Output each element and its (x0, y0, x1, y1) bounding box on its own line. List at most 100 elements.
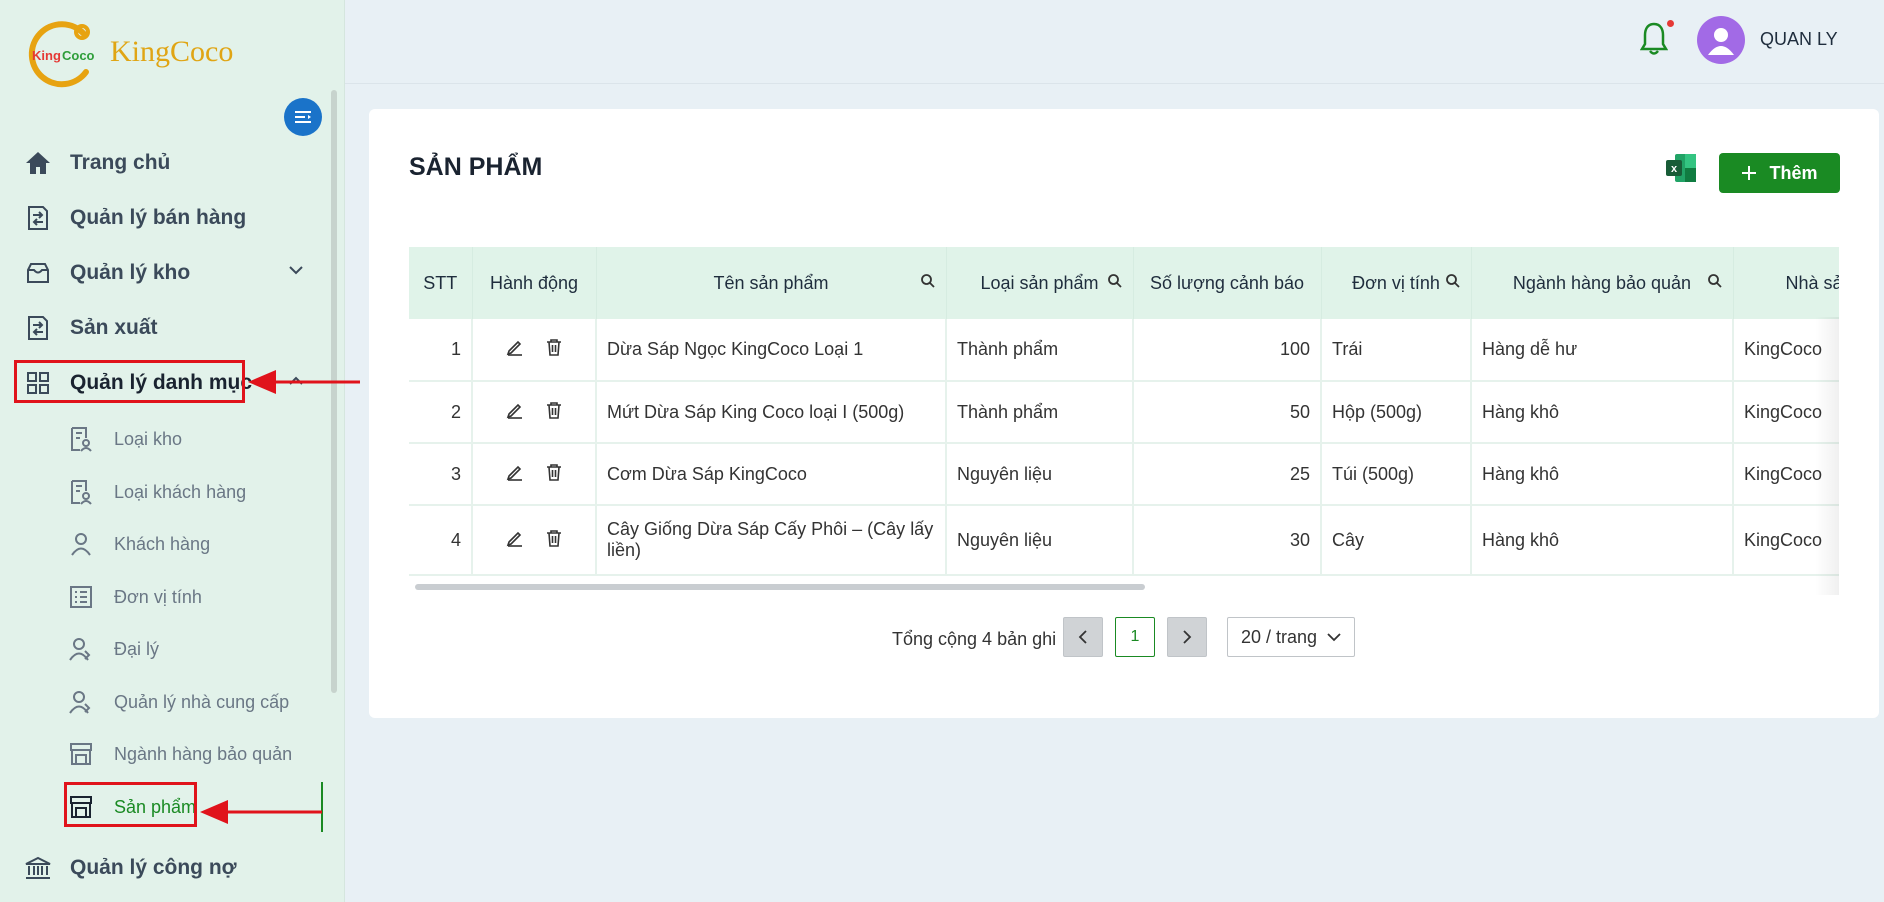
cell-product-name: Cây Giống Dừa Sáp Cấy Phôi – (Cây lấy li… (596, 505, 947, 576)
add-button-label: Thêm (1769, 162, 1818, 183)
sidebar-item-label: Quản lý kho (70, 261, 191, 284)
page-size-label: 20 / trang (1240, 626, 1318, 647)
column-header-label: Loại sản phẩm (980, 272, 1099, 293)
cell-product-name: Mứt Dừa Sáp King Coco loại I (500g) (596, 381, 947, 444)
column-header-actions: Hành động (472, 247, 597, 319)
sidebar-item-home[interactable]: Trang chủ (24, 143, 170, 183)
cell-stt: 4 (409, 505, 473, 576)
column-header-product-name: Tên sản phẩm (596, 247, 947, 319)
cell-storage-category: Hàng khô (1471, 443, 1734, 506)
edit-icon[interactable] (506, 463, 524, 481)
next-page-button[interactable] (1167, 617, 1207, 657)
edit-icon[interactable] (506, 338, 524, 356)
annotation-arrow-product (200, 800, 322, 824)
delete-icon[interactable] (546, 529, 562, 547)
chevron-down-icon[interactable] (288, 265, 304, 275)
cell-product-type: Thành phẩm (946, 381, 1134, 444)
chevron-down-icon (1327, 632, 1341, 641)
cell-actions (472, 443, 597, 506)
cell-actions (472, 381, 597, 444)
annotation-box-product (64, 782, 197, 827)
brand-logo[interactable]: King Coco KingCoco (24, 14, 233, 90)
menu-collapse-icon (295, 111, 311, 123)
column-header-supplier: Nhà sả (1733, 247, 1839, 319)
add-product-button[interactable]: Thêm (1719, 153, 1840, 193)
cell-warning-qty: 50 (1133, 381, 1322, 444)
search-icon[interactable] (920, 273, 936, 289)
cell-stt: 1 (409, 319, 473, 382)
cell-unit: Hộp (500g) (1321, 381, 1472, 444)
cell-unit: Cây (1321, 505, 1472, 576)
user-avatar-icon (1708, 28, 1734, 55)
cell-warning-qty: 100 (1133, 319, 1322, 382)
pagination-total: Tổng cộng 4 bản ghi (892, 629, 1057, 649)
sidebar-subitem-unit[interactable]: Đơn vị tính (68, 579, 202, 615)
table-row: 1 Dừa Sáp Ngọc KingCoco Loại 1 Thành phẩ… (409, 319, 1839, 382)
annotation-arrow-category (248, 370, 360, 394)
sidebar-subitem-supplier[interactable]: Quản lý nhà cung cấp (68, 684, 289, 720)
home-icon (24, 149, 52, 177)
svg-text:x: x (1671, 163, 1678, 175)
sidebar-item-debt[interactable]: Quản lý công nợ (24, 848, 237, 888)
column-header-label: Ngành hàng bảo quản (1512, 272, 1692, 293)
sidebar-subitem-label: Đơn vị tính (114, 586, 202, 607)
search-icon[interactable] (1107, 273, 1123, 289)
svg-text:Coco: Coco (62, 48, 95, 63)
list-icon (68, 584, 94, 610)
cell-storage-category: Hàng khô (1471, 505, 1734, 576)
sidebar-subitem-storage-category[interactable]: Ngành hàng bảo quản (68, 736, 292, 772)
sidebar-subitem-label: Quản lý nhà cung cấp (114, 691, 290, 712)
sidebar-item-label: Quản lý công nợ (70, 856, 237, 879)
table-horizontal-scrollbar[interactable] (415, 584, 1145, 590)
sidebar-subitem-customer[interactable]: Khách hàng (68, 526, 210, 562)
cell-actions (472, 319, 597, 382)
excel-icon: x (1666, 154, 1696, 182)
sidebar-item-warehouse[interactable]: Quản lý kho (24, 253, 190, 293)
cell-warning-qty: 25 (1133, 443, 1322, 506)
column-header-warning-qty: Số lượng cảnh báo (1133, 247, 1322, 319)
table-row: 4 Cây Giống Dừa Sáp Cấy Phôi – (Cây lấy … (409, 505, 1839, 576)
sidebar-subitem-label: Loại kho (114, 428, 183, 449)
column-header-unit: Đơn vị tính (1321, 247, 1472, 319)
prev-page-button[interactable] (1063, 617, 1103, 657)
table-header-row: STT Hành động Tên sản phẩm Loại sản phẩm… (409, 247, 1839, 319)
sidebar-item-label: Quản lý bán hàng (70, 206, 247, 229)
users-icon (68, 689, 94, 715)
avatar[interactable] (1697, 16, 1745, 64)
brand-name: KingCoco (110, 35, 234, 68)
sidebar-subitem-label: Đại lý (114, 638, 160, 659)
bank-icon (24, 854, 52, 882)
notification-dot (1667, 20, 1674, 27)
page-number-current[interactable]: 1 (1115, 617, 1155, 657)
sidebar-subitem-label: Ngành hàng bảo quản (114, 743, 293, 764)
delete-icon[interactable] (546, 338, 562, 356)
edit-icon[interactable] (506, 529, 524, 547)
annotation-box-category (14, 360, 245, 403)
sidebar-subitem-label: Khách hàng (114, 533, 211, 554)
collapse-sidebar-button[interactable] (284, 98, 322, 136)
sidebar-subitem-agent[interactable]: Đại lý (68, 631, 159, 667)
sidebar-item-production[interactable]: Sản xuất (24, 308, 158, 348)
sidebar-item-sales[interactable]: Quản lý bán hàng (24, 198, 246, 238)
edit-icon[interactable] (506, 401, 524, 419)
cell-stt: 3 (409, 443, 473, 506)
main-card: SẢN PHẨM x Thêm STT Hành động Tên sản ph… (369, 109, 1879, 718)
production-icon (24, 314, 52, 342)
page-size-select[interactable]: 20 / trang (1227, 617, 1355, 657)
plus-icon (1742, 166, 1757, 180)
chevron-left-icon (1078, 630, 1087, 644)
search-icon[interactable] (1445, 273, 1461, 289)
product-table: STT Hành động Tên sản phẩm Loại sản phẩm… (409, 247, 1839, 595)
table-scroll-shadow (1815, 317, 1839, 595)
delete-icon[interactable] (546, 463, 562, 481)
sidebar-subitem-warehouse-type[interactable]: Loại kho (68, 421, 182, 457)
username-label[interactable]: QUAN LY (1760, 29, 1838, 50)
export-excel-button[interactable]: x (1665, 153, 1697, 183)
sidebar-item-label: Trang chủ (70, 151, 171, 174)
cell-product-type: Nguyên liệu (946, 505, 1134, 576)
sidebar-subitem-customer-type[interactable]: Loại khách hàng (68, 474, 246, 510)
store-icon (68, 741, 94, 767)
search-icon[interactable] (1707, 273, 1723, 289)
delete-icon[interactable] (546, 401, 562, 419)
notification-bell-icon[interactable] (1640, 22, 1668, 56)
